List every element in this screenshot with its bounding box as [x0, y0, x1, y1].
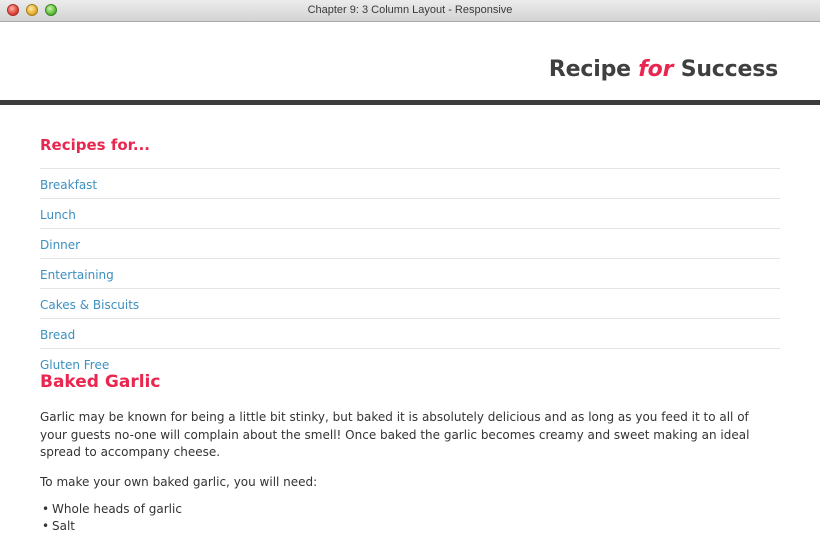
nav-link-bread[interactable]: Bread	[40, 328, 75, 342]
window-title: Chapter 9: 3 Column Layout - Responsive	[307, 4, 513, 16]
nav-item-lunch: Lunch	[40, 198, 780, 228]
nav-item-breakfast: Breakfast	[40, 168, 780, 198]
site-header: Recipe for Success	[0, 22, 820, 100]
nav-item-bread: Bread	[40, 318, 780, 348]
nav-link-lunch[interactable]: Lunch	[40, 208, 76, 222]
article-need-text: To make your own baked garlic, you will …	[40, 474, 318, 489]
nav-item-dinner: Dinner	[40, 228, 780, 258]
recipe-category-list: Breakfast Lunch Dinner Entertaining Cake…	[40, 168, 780, 378]
window-titlebar[interactable]: Chapter 9: 3 Column Layout - Responsive	[0, 0, 820, 22]
nav-item-entertaining: Entertaining	[40, 258, 780, 288]
nav-link-gluten-free[interactable]: Gluten Free	[40, 358, 109, 372]
browser-window: Chapter 9: 3 Column Layout - Responsive …	[0, 0, 820, 543]
nav-link-entertaining[interactable]: Entertaining	[40, 268, 114, 282]
ingredient-list: Whole heads of garlic Salt	[40, 501, 780, 535]
nav-link-cakes-biscuits[interactable]: Cakes & Biscuits	[40, 298, 139, 312]
nav-link-breakfast[interactable]: Breakfast	[40, 178, 97, 192]
nav-link-dinner[interactable]: Dinner	[40, 238, 80, 252]
article-title: Baked Garlic	[40, 372, 161, 392]
logo-text-success: Success	[673, 57, 779, 82]
sidebar-heading: Recipes for...	[40, 136, 151, 154]
logo-text-for: for	[638, 57, 674, 82]
article-intro: Garlic may be known for being a little b…	[40, 410, 750, 459]
header-divider-bar	[0, 100, 820, 105]
nav-item-cakes-biscuits: Cakes & Biscuits	[40, 288, 780, 318]
recipe-category-nav: Breakfast Lunch Dinner Entertaining Cake…	[40, 168, 780, 378]
list-item: Salt	[40, 518, 780, 535]
list-item: Whole heads of garlic	[40, 501, 780, 518]
main-content: Recipes for... Breakfast Lunch Dinner En…	[0, 135, 820, 535]
site-logo[interactable]: Recipe for Success	[549, 57, 778, 82]
logo-text-recipe: Recipe	[548, 57, 639, 82]
